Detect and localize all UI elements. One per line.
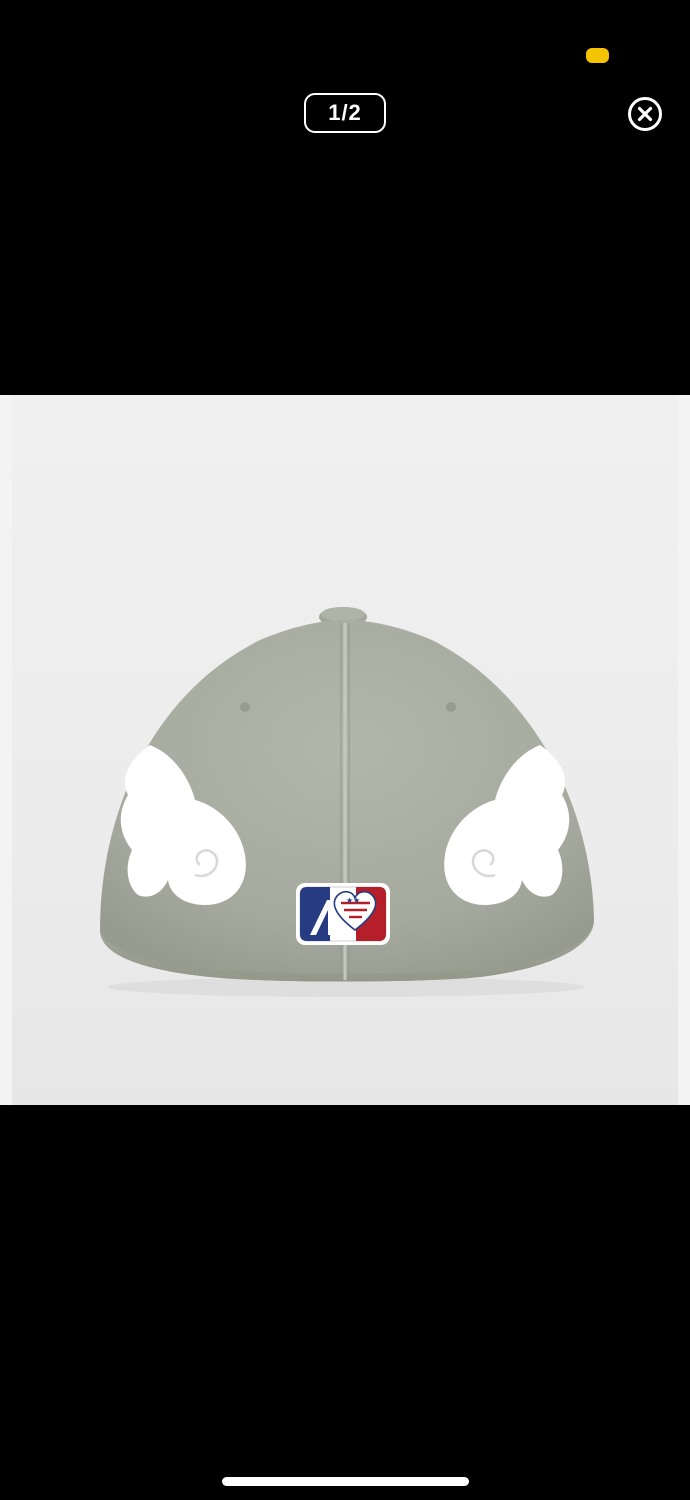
home-indicator[interactable]	[222, 1477, 469, 1486]
cap-image: ★★	[100, 607, 594, 997]
heart-flag-logo: ★★	[296, 883, 390, 945]
image-counter: 1/2	[304, 93, 386, 133]
svg-text:★★: ★★	[346, 896, 360, 905]
image-viewer: 1/2 ★★	[0, 0, 690, 1500]
close-button[interactable]	[627, 96, 663, 132]
product-photo[interactable]: ★★	[0, 395, 690, 1105]
close-circle-icon	[628, 97, 662, 131]
privacy-indicator	[586, 48, 609, 63]
